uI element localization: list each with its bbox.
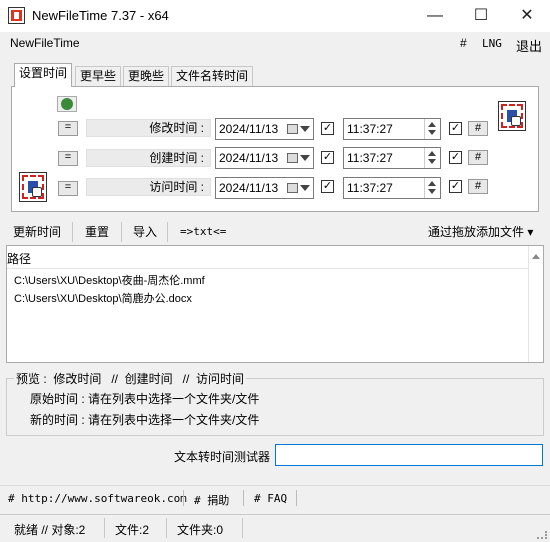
- new-time-text: 新的时间 : 请在列表中选择一个文件夹/文件: [30, 413, 260, 427]
- accessed-date-checkbox[interactable]: ✓: [321, 180, 334, 193]
- accessed-time-label: 访问时间 :: [86, 178, 211, 196]
- footer-divider: [0, 485, 550, 486]
- drag-add-files-button[interactable]: 通过拖放添加文件 ▾: [428, 223, 533, 241]
- accessed-time-checkbox[interactable]: ✓: [449, 180, 462, 193]
- created-time-value: 11:37:27: [347, 151, 393, 165]
- preview-caption: 预览 : 修改时间 // 创建时间 // 访问时间: [14, 370, 247, 387]
- menu-exit[interactable]: 退出: [516, 36, 542, 55]
- toolbar-divider: [167, 222, 168, 242]
- footer-link-divider: [296, 490, 297, 506]
- text-to-time-tester-label: 文本转时间测试器: [174, 450, 271, 464]
- status-folders: 文件夹:0: [177, 523, 224, 537]
- chevron-down-icon[interactable]: [300, 185, 310, 191]
- created-time-spinner[interactable]: [424, 148, 438, 168]
- created-date-value: 2024/11/13: [219, 151, 279, 165]
- import-button[interactable]: 导入: [133, 223, 157, 241]
- modified-date-checkbox[interactable]: ✓: [321, 122, 334, 135]
- tab-earlier[interactable]: 更早些: [75, 66, 122, 86]
- tab-set-time[interactable]: 设置时间: [14, 63, 73, 87]
- modified-hash-button[interactable]: #: [468, 121, 488, 136]
- accessed-date-value: 2024/11/13: [219, 181, 279, 195]
- refresh-icon[interactable]: [57, 96, 77, 112]
- modified-date-value: 2024/11/13: [219, 122, 279, 136]
- status-files: 文件:2: [115, 523, 150, 537]
- status-ready: 就绪 // 对象:2: [14, 523, 86, 537]
- status-divider: [104, 518, 105, 538]
- donate-link[interactable]: # 捐助: [194, 492, 229, 508]
- menu-hash[interactable]: #: [460, 36, 467, 50]
- faq-link[interactable]: # FAQ: [254, 492, 287, 505]
- status-divider: [166, 518, 167, 538]
- tab-later[interactable]: 更晚些: [123, 66, 170, 86]
- maximize-button[interactable]: ☐: [458, 0, 504, 32]
- status-bar: [0, 514, 550, 515]
- menu-bar: [0, 32, 550, 54]
- chevron-down-icon[interactable]: [300, 126, 310, 132]
- modified-time-value: 11:37:27: [347, 122, 393, 136]
- update-time-button[interactable]: 更新时间: [13, 223, 61, 241]
- file-time-icon: [19, 172, 47, 202]
- accessed-hash-button[interactable]: #: [468, 179, 488, 194]
- calendar-icon[interactable]: [287, 183, 298, 193]
- status-divider: [242, 518, 243, 538]
- original-time-text: 原始时间 : 请在列表中选择一个文件夹/文件: [30, 392, 260, 406]
- website-link[interactable]: # http://www.softwareok.com: [8, 492, 187, 505]
- text-to-time-tester-input[interactable]: [275, 444, 543, 466]
- calendar-icon[interactable]: [287, 153, 298, 163]
- calendar-icon[interactable]: [287, 124, 298, 134]
- resize-grip-icon[interactable]: [537, 531, 547, 539]
- accessed-time-value: 11:37:27: [347, 181, 393, 195]
- created-equal-button[interactable]: =: [58, 151, 78, 166]
- close-button[interactable]: ✕: [504, 0, 550, 32]
- modified-time-spinner[interactable]: [424, 119, 438, 139]
- chevron-down-icon[interactable]: [300, 155, 310, 161]
- footer-link-divider: [183, 490, 184, 506]
- tab-filename-to-time[interactable]: 文件名转时间: [171, 66, 254, 86]
- list-item[interactable]: C:\Users\XU\Desktop\简鹿办公.docx: [14, 290, 192, 306]
- accessed-time-spinner[interactable]: [424, 178, 438, 198]
- minimize-button[interactable]: —: [412, 0, 458, 32]
- menu-language[interactable]: LNG: [482, 37, 502, 50]
- list-scrollbar[interactable]: [528, 246, 543, 362]
- app-logo-icon[interactable]: [8, 7, 25, 24]
- toolbar-divider: [121, 222, 122, 242]
- footer-link-divider: [243, 490, 244, 506]
- chevron-down-icon: ▾: [527, 225, 534, 239]
- created-time-checkbox[interactable]: ✓: [449, 151, 462, 164]
- path-column-header[interactable]: 路径: [7, 250, 31, 267]
- modified-equal-button[interactable]: =: [58, 121, 78, 136]
- drag-add-files-label: 通过拖放添加文件: [428, 225, 525, 239]
- file-time-icon: [498, 101, 526, 131]
- window-title: NewFileTime 7.37 - x64: [32, 8, 169, 23]
- list-item[interactable]: C:\Users\XU\Desktop\夜曲-周杰伦.mmf: [14, 272, 205, 288]
- menu-newfiletime[interactable]: NewFileTime: [10, 36, 80, 50]
- modified-time-checkbox[interactable]: ✓: [449, 122, 462, 135]
- created-date-checkbox[interactable]: ✓: [321, 151, 334, 164]
- created-hash-button[interactable]: #: [468, 150, 488, 165]
- toolbar-divider: [72, 222, 73, 242]
- created-time-label: 创建时间 :: [86, 149, 211, 167]
- header-divider: [7, 268, 529, 269]
- reset-button[interactable]: 重置: [85, 223, 109, 241]
- modified-time-label: 修改时间 :: [86, 119, 211, 137]
- accessed-equal-button[interactable]: =: [58, 181, 78, 196]
- export-txt-button[interactable]: =>txt<=: [180, 223, 226, 241]
